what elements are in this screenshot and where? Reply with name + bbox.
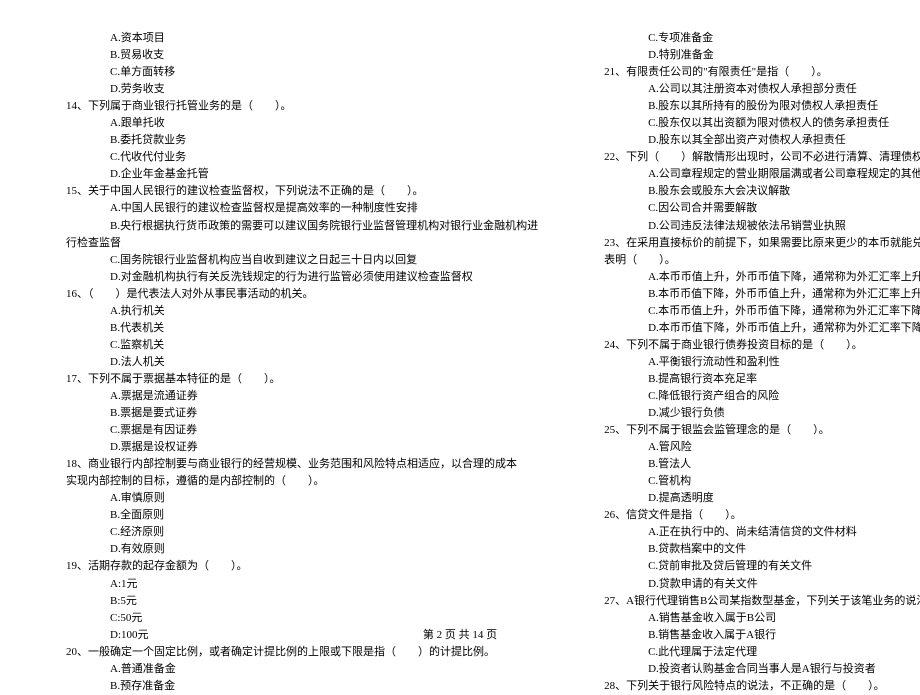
answer-option: C.专项准备金 bbox=[588, 30, 920, 47]
answer-option: A.平衡银行流动性和盈利性 bbox=[588, 354, 920, 371]
question-text: 28、下列关于银行风险特点的说法，不正确的是（ ）。 bbox=[588, 678, 920, 695]
question-text: 23、在采用直接标价的前提下，如果需要比原来更少的本币就能兑换一定数量的外国货币… bbox=[588, 235, 920, 252]
answer-option: B.管法人 bbox=[588, 456, 920, 473]
answer-option: A:1元 bbox=[50, 576, 538, 593]
question-continuation: 行检查监督 bbox=[50, 235, 538, 252]
right-column: C.专项准备金D.特别准备金21、有限责任公司的"有限责任"是指（ ）。A.公司… bbox=[563, 30, 920, 620]
answer-option: B.预存准备金 bbox=[50, 678, 538, 695]
answer-option: D.本币币值下降，外币币值上升，通常称为外汇汇率下降 bbox=[588, 320, 920, 337]
answer-option: C.降低银行资产组合的风险 bbox=[588, 388, 920, 405]
answer-option: D.公司违反法律法规被依法吊销营业执照 bbox=[588, 218, 920, 235]
answer-option: A.票据是流通证券 bbox=[50, 388, 538, 405]
answer-option: B.票据是要式证券 bbox=[50, 405, 538, 422]
answer-option: C.国务院银行业监督机构应当自收到建议之日起三十日内以回复 bbox=[50, 252, 538, 269]
answer-option: D.股东以其全部出资产对债权人承担责任 bbox=[588, 132, 920, 149]
answer-option: A.销售基金收入属于B公司 bbox=[588, 610, 920, 627]
answer-option: C.监察机关 bbox=[50, 337, 538, 354]
answer-option: C.单方面转移 bbox=[50, 64, 538, 81]
answer-option: C.本币币值上升，外币币值下降，通常称为外汇汇率下降 bbox=[588, 303, 920, 320]
question-text: 14、下列属于商业银行托管业务的是（ ）。 bbox=[50, 98, 538, 115]
answer-option: C.此代理属于法定代理 bbox=[588, 644, 920, 661]
question-continuation: 实现内部控制的目标，遵循的是内部控制的（ ）。 bbox=[50, 473, 538, 490]
answer-option: D.提高透明度 bbox=[588, 490, 920, 507]
answer-option: A.本币币值上升，外币币值下降，通常称为外汇汇率上升 bbox=[588, 269, 920, 286]
answer-option: D.对金融机构执行有关反洗钱规定的行为进行监管必须使用建议检查监督权 bbox=[50, 269, 538, 286]
answer-option: A.资本项目 bbox=[50, 30, 538, 47]
exam-page: A.资本项目B.贸易收支C.单方面转移D.劳务收支14、下列属于商业银行托管业务… bbox=[0, 0, 920, 620]
answer-option: A.公司以其注册资本对债权人承担部分责任 bbox=[588, 81, 920, 98]
answer-option: D.劳务收支 bbox=[50, 81, 538, 98]
answer-option: A.审慎原则 bbox=[50, 490, 538, 507]
answer-option: D.法人机关 bbox=[50, 354, 538, 371]
answer-option: A.公司章程规定的营业期限届满或者公司章程规定的其他解散事由出现 bbox=[588, 166, 920, 183]
answer-option: B.贸易收支 bbox=[50, 47, 538, 64]
answer-option: B:5元 bbox=[50, 593, 538, 610]
answer-option: C.票据是有因证券 bbox=[50, 422, 538, 439]
left-column: A.资本项目B.贸易收支C.单方面转移D.劳务收支14、下列属于商业银行托管业务… bbox=[40, 30, 563, 620]
answer-option: C.因公司合并需要解散 bbox=[588, 200, 920, 217]
question-text: 26、信贷文件是指（ ）。 bbox=[588, 507, 920, 524]
answer-option: C.管机构 bbox=[588, 473, 920, 490]
answer-option: C.股东仅以其出资额为限对债权人的债务承担责任 bbox=[588, 115, 920, 132]
answer-option: A.普通准备金 bbox=[50, 661, 538, 678]
answer-option: B.全面原则 bbox=[50, 507, 538, 524]
question-text: 17、下列不属于票据基本特征的是（ ）。 bbox=[50, 371, 538, 388]
question-text: 16、（ ）是代表法人对外从事民事活动的机关。 bbox=[50, 286, 538, 303]
answer-option: A.管风险 bbox=[588, 439, 920, 456]
question-text: 22、下列（ ）解散情形出现时，公司不必进行清算、清理债权债务。 bbox=[588, 149, 920, 166]
answer-option: B.本币币值下降，外币币值上升，通常称为外汇汇率上升 bbox=[588, 286, 920, 303]
question-continuation: 表明（ ）。 bbox=[588, 252, 920, 269]
question-text: 20、一般确定一个固定比例，或者确定计提比例的上限或下限是指（ ）的计提比例。 bbox=[50, 644, 538, 661]
answer-option: B.提高银行资本充足率 bbox=[588, 371, 920, 388]
question-text: 24、下列不属于商业银行债券投资目标的是（ ）。 bbox=[588, 337, 920, 354]
answer-option: D.贷款申请的有关文件 bbox=[588, 576, 920, 593]
answer-option: D.减少银行负债 bbox=[588, 405, 920, 422]
answer-option: D.特别准备金 bbox=[588, 47, 920, 64]
answer-option: B.贷款档案中的文件 bbox=[588, 541, 920, 558]
answer-option: A.执行机关 bbox=[50, 303, 538, 320]
answer-option: D.有效原则 bbox=[50, 541, 538, 558]
question-text: 25、下列不属于银监会监管理念的是（ ）。 bbox=[588, 422, 920, 439]
answer-option: A.正在执行中的、尚未结清信贷的文件材料 bbox=[588, 524, 920, 541]
page-footer: 第 2 页 共 14 页 bbox=[0, 626, 920, 642]
question-text: 27、A银行代理销售B公司某指数型基金，下列关于该笔业务的说法中，正确的是（ ）… bbox=[588, 593, 920, 610]
answer-option: A.中国人民银行的建议检查监督权是提高效率的一种制度性安排 bbox=[50, 200, 538, 217]
answer-option: B.委托贷款业务 bbox=[50, 132, 538, 149]
answer-option: B.代表机关 bbox=[50, 320, 538, 337]
answer-option: D.票据是设权证券 bbox=[50, 439, 538, 456]
answer-option: C:50元 bbox=[50, 610, 538, 627]
question-text: 15、关于中国人民银行的建议检查监督权，下列说法不正确的是（ ）。 bbox=[50, 183, 538, 200]
answer-option: C.代收代付业务 bbox=[50, 149, 538, 166]
question-text: 19、活期存款的起存金额为（ ）。 bbox=[50, 558, 538, 575]
question-text: 21、有限责任公司的"有限责任"是指（ ）。 bbox=[588, 64, 920, 81]
answer-option: B.股东以其所持有的股份为限对债权人承担责任 bbox=[588, 98, 920, 115]
answer-option: C.经济原则 bbox=[50, 524, 538, 541]
answer-option: B.央行根据执行货币政策的需要可以建议国务院银行业监督管理机构对银行业金融机构进 bbox=[50, 218, 538, 235]
question-text: 18、商业银行内部控制要与商业银行的经营规模、业务范围和风险特点相适应，以合理的… bbox=[50, 456, 538, 473]
answer-option: A.跟单托收 bbox=[50, 115, 538, 132]
answer-option: C.贷前审批及贷后管理的有关文件 bbox=[588, 558, 920, 575]
answer-option: D.投资者认购基金合同当事人是A银行与投资者 bbox=[588, 661, 920, 678]
answer-option: B.股东会或股东大会决议解散 bbox=[588, 183, 920, 200]
answer-option: D.企业年金基金托管 bbox=[50, 166, 538, 183]
